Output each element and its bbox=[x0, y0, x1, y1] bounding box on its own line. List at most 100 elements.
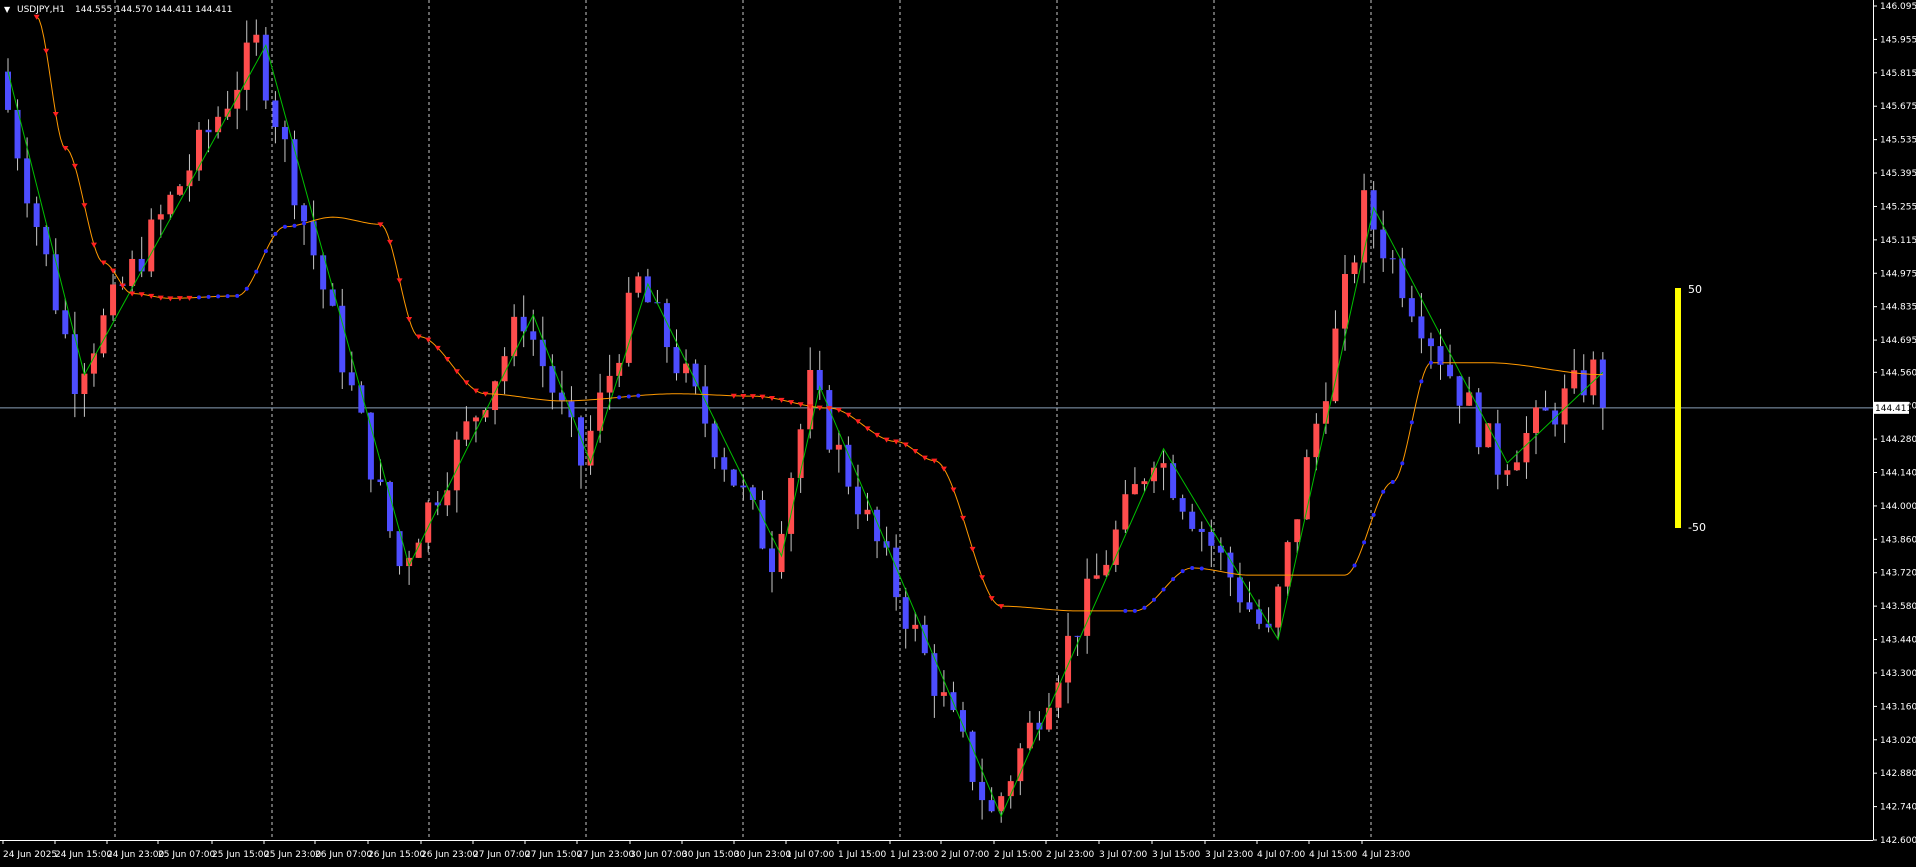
candle-bull bbox=[1112, 529, 1119, 565]
candle-bull bbox=[1017, 748, 1024, 782]
chart-svg[interactable]: 146.095 145.955 145.815 145.675 145.535 145.3… bbox=[0, 0, 1916, 863]
time-tick-label: 4 Jul 23:00 bbox=[1362, 850, 1411, 860]
time-tick-label: 26 Jun 07:00 bbox=[315, 850, 372, 860]
ma-up-marker bbox=[235, 293, 240, 298]
candle-bull bbox=[1141, 481, 1148, 485]
candle-bull bbox=[625, 292, 632, 363]
ma-up-marker bbox=[1409, 420, 1414, 425]
candle-bear bbox=[1380, 229, 1387, 259]
candle-bull bbox=[243, 42, 250, 90]
candle-bear bbox=[5, 71, 11, 110]
candle-bear bbox=[692, 363, 699, 387]
candle-bear bbox=[377, 479, 384, 483]
price-tick-label: 144.000 bbox=[1880, 502, 1916, 512]
candle-bear bbox=[826, 390, 833, 450]
candle-bear bbox=[24, 158, 31, 204]
ma-up-marker bbox=[1352, 563, 1357, 568]
price-tick-label: 145.955 bbox=[1880, 35, 1916, 45]
price-chart[interactable]: 146.095 145.955 145.815 145.675 145.535 145.3… bbox=[0, 0, 1916, 863]
time-tick-label: 24 Jun 2025 bbox=[3, 850, 57, 860]
price-tick-label: 143.580 bbox=[1880, 602, 1916, 612]
candle-bull bbox=[1590, 359, 1597, 396]
candle-bear bbox=[1236, 577, 1243, 603]
candle-bull bbox=[196, 129, 202, 171]
current-price-tag-label: 144.411 bbox=[1875, 404, 1912, 414]
candle-bear bbox=[740, 485, 747, 488]
time-tick-label: 24 Jun 23:00 bbox=[107, 850, 164, 860]
candle-bear bbox=[1389, 258, 1396, 260]
candle-bull bbox=[157, 214, 164, 220]
candle-bull bbox=[912, 624, 919, 629]
price-tick-label: 145.395 bbox=[1880, 169, 1916, 179]
candle-bull bbox=[176, 186, 183, 195]
chart-header: ▼ USDJPY,H1 144.555 144.570 144.411 144.… bbox=[4, 5, 232, 15]
ma-up-marker bbox=[1171, 577, 1176, 582]
ma-up-marker bbox=[1400, 461, 1405, 466]
time-tick-label: 30 Jun 15:00 bbox=[682, 850, 739, 860]
price-tick-label: 146.095 bbox=[1880, 2, 1916, 12]
ma-up-marker bbox=[263, 249, 268, 254]
current-price-tag: 144.411 bbox=[1873, 401, 1912, 414]
candle-bear bbox=[874, 509, 881, 542]
time-tick-label: 4 Jul 07:00 bbox=[1257, 850, 1306, 860]
price-tick-label: 144.140 bbox=[1880, 469, 1916, 479]
candle-bear bbox=[902, 597, 909, 629]
candle-bear bbox=[1542, 407, 1549, 411]
candle-bull bbox=[1026, 722, 1033, 749]
price-tick-label: 143.440 bbox=[1880, 636, 1916, 646]
ma-up-marker bbox=[254, 269, 259, 274]
candle-bear bbox=[769, 548, 775, 573]
candle-bull bbox=[587, 430, 594, 466]
candle-bear bbox=[539, 339, 546, 367]
candle-bear bbox=[62, 310, 69, 335]
candle-bear bbox=[759, 499, 766, 549]
candle-bull bbox=[1275, 586, 1282, 628]
ma-up-marker bbox=[244, 286, 249, 291]
price-tick-label: 142.600 bbox=[1880, 836, 1916, 846]
candle-bear bbox=[931, 653, 938, 696]
candle-bull bbox=[148, 219, 155, 272]
candle-bear bbox=[1246, 602, 1253, 610]
price-tick-label: 142.880 bbox=[1880, 769, 1916, 779]
candle-bear bbox=[1418, 316, 1425, 339]
ma-up-marker bbox=[1142, 605, 1147, 610]
ma-up-marker bbox=[1381, 489, 1386, 494]
candle-bear bbox=[396, 531, 403, 567]
candle-bull bbox=[1351, 262, 1358, 275]
candle-bear bbox=[1179, 498, 1186, 512]
ma-up-marker bbox=[1190, 565, 1195, 570]
candle-bull bbox=[1342, 274, 1348, 329]
price-tick-label: 144.695 bbox=[1880, 336, 1916, 346]
candle-bear bbox=[1447, 364, 1454, 377]
candle-bear bbox=[730, 469, 737, 486]
time-tick-label: 1 Jul 23:00 bbox=[890, 850, 939, 860]
candle-bear bbox=[711, 423, 718, 458]
ma-up-marker bbox=[617, 395, 622, 400]
price-tick-label: 143.020 bbox=[1880, 736, 1916, 746]
ma-up-marker bbox=[1152, 597, 1156, 602]
candle-bull bbox=[110, 284, 117, 316]
dropdown-arrow-icon[interactable]: ▼ bbox=[4, 5, 11, 14]
candle-bull bbox=[1284, 542, 1291, 587]
time-tick-label: 26 Jun 23:00 bbox=[421, 850, 478, 860]
ma-up-marker bbox=[282, 224, 287, 229]
candle-bear bbox=[663, 303, 670, 348]
candle-bull bbox=[864, 509, 871, 515]
price-tick-label: 145.535 bbox=[1880, 136, 1916, 146]
candle-bear bbox=[979, 781, 986, 801]
candle-bull bbox=[1313, 423, 1320, 458]
candle-bear bbox=[578, 417, 584, 466]
price-tick-label: 143.160 bbox=[1880, 702, 1916, 712]
candle-bear bbox=[301, 205, 308, 222]
price-tick-label: 145.255 bbox=[1880, 202, 1916, 212]
time-tick-label: 30 Jun 23:00 bbox=[734, 850, 791, 860]
candle-bear bbox=[138, 258, 145, 272]
time-tick-label: 25 Jun 15:00 bbox=[212, 850, 269, 860]
candle-bear bbox=[721, 457, 728, 470]
time-tick-label: 30 Jun 07:00 bbox=[630, 850, 687, 860]
candle-bear bbox=[367, 412, 374, 480]
ma-up-marker bbox=[206, 294, 211, 299]
candle-bear bbox=[1189, 511, 1196, 529]
time-tick-label: 25 Jun 07:00 bbox=[158, 850, 215, 860]
candle-bull bbox=[835, 444, 842, 450]
